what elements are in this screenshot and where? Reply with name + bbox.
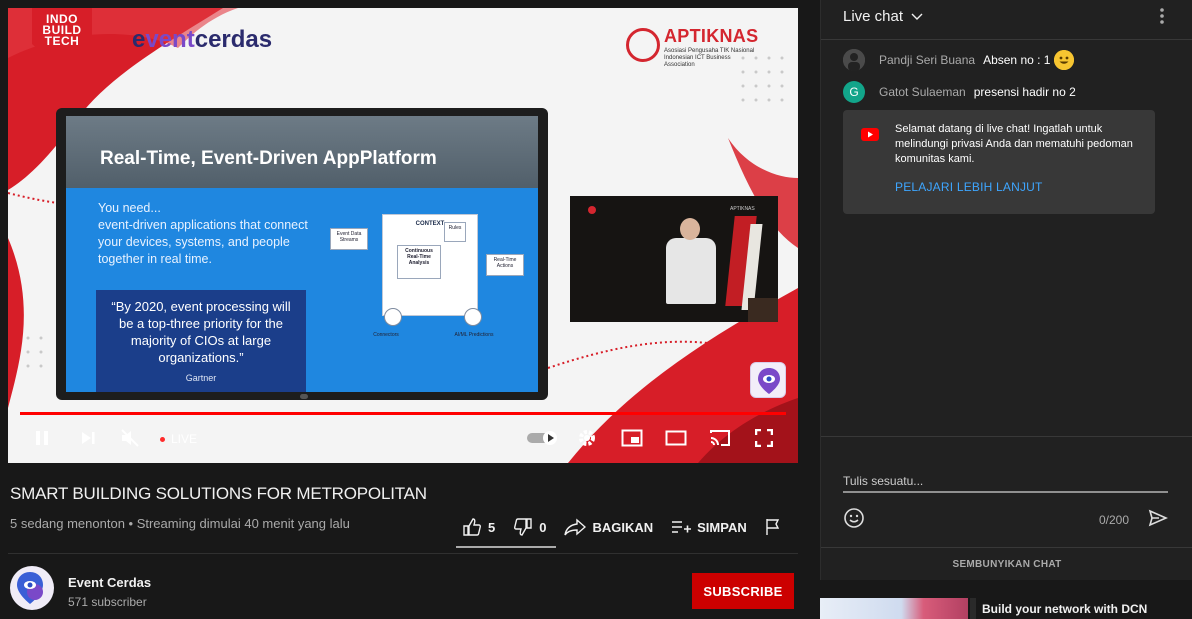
speaker-camera-feed: APTIKNAS <box>570 196 778 322</box>
save-label: SIMPAN <box>697 519 747 535</box>
autoplay-toggle[interactable] <box>526 426 560 450</box>
thumbs-down-icon <box>514 518 532 536</box>
slide-quote: “By 2020, event processing will be a top… <box>96 290 306 392</box>
chat-mode-dropdown[interactable]: Live chat <box>843 8 923 25</box>
youtube-live-page: INDO BUILD TECH eventcerdas APTIKNAS Aso… <box>0 0 1192 619</box>
share-icon <box>564 518 587 536</box>
eventcerdas-app-icon <box>750 362 786 398</box>
recommended-title[interactable]: Build your network with DCN <box>982 602 1147 616</box>
aptiknas-logo: APTIKNAS Asosiasi Pengusaha TIK Nasional… <box>626 26 758 70</box>
playlist-add-icon <box>672 521 692 533</box>
more-vert-icon <box>1160 8 1164 24</box>
autoplay-toggle-icon <box>527 431 557 445</box>
chat-author[interactable]: Pandji Seri Buana <box>879 53 975 67</box>
theater-mode-button[interactable] <box>664 426 688 450</box>
cast-icon <box>710 430 730 446</box>
video-player[interactable]: INDO BUILD TECH eventcerdas APTIKNAS Aso… <box>8 8 798 463</box>
chat-input-area: 0/200 SEMBUNYIKAN CHAT <box>821 436 1192 580</box>
send-icon <box>1148 509 1168 527</box>
chat-text: presensi hadir no 2 <box>973 85 1076 99</box>
mute-button[interactable] <box>118 426 142 450</box>
flag-icon <box>766 519 779 535</box>
channel-name[interactable]: Event Cerdas <box>68 575 151 590</box>
fullscreen-icon <box>755 429 773 447</box>
subscriber-count: 571 subscriber <box>68 595 147 609</box>
miniplayer-icon <box>621 429 643 447</box>
live-progress-bar[interactable] <box>20 412 786 415</box>
like-ratio-bar <box>456 546 556 548</box>
emoji-picker-button[interactable] <box>843 507 865 529</box>
chat-text: Absen no : 1 <box>983 53 1051 67</box>
dislike-button[interactable]: 0 <box>513 517 546 537</box>
gear-icon <box>579 430 595 446</box>
smile-emoji-icon <box>1054 50 1075 70</box>
video-actions: 5 0 BAGIKAN SIMPAN <box>462 512 799 542</box>
cast-button[interactable] <box>708 426 732 450</box>
recommended-thumbnail[interactable] <box>820 598 968 619</box>
muted-volume-icon <box>121 429 139 447</box>
live-chat-panel: Live chat Pandji Seri Buana Absen no : 1… <box>820 0 1192 580</box>
video-meta: 5 sedang menonton • Streaming dimulai 40… <box>10 516 350 531</box>
like-count: 5 <box>488 519 496 535</box>
skip-next-icon <box>82 432 95 444</box>
pause-button[interactable] <box>30 426 54 450</box>
chat-welcome-notice: Selamat datang di live chat! Ingatlah un… <box>843 110 1155 214</box>
notice-text: Selamat datang di live chat! Ingatlah un… <box>895 123 1133 165</box>
report-button[interactable] <box>765 518 781 536</box>
chat-message: Pandji Seri Buana Absen no : 1 <box>843 48 1075 72</box>
save-button[interactable]: SIMPAN <box>671 519 747 535</box>
eventcerdas-logo: eventcerdas <box>132 26 273 53</box>
slide-need-text: You need... event-driven applications th… <box>98 201 308 266</box>
send-button[interactable] <box>1147 507 1169 529</box>
chat-message-input[interactable] <box>843 471 1168 493</box>
share-button[interactable]: BAGIKAN <box>564 518 653 536</box>
more-options-button[interactable] <box>1159 6 1165 31</box>
player-controls: LIVE <box>8 420 798 463</box>
subscribe-button[interactable]: SUBSCRIBE <box>692 573 794 609</box>
hide-chat-button[interactable]: SEMBUNYIKAN CHAT <box>821 547 1192 581</box>
chat-header: Live chat <box>821 0 1192 40</box>
learn-more-link[interactable]: PELAJARI LEBIH LANJUT <box>895 180 1043 194</box>
next-button[interactable] <box>76 426 100 450</box>
miniplayer-button[interactable] <box>620 426 644 450</box>
chat-avatar[interactable]: G <box>843 81 865 103</box>
slide-diagram: Event Data Streams CONTEXT Continuous Re… <box>328 208 528 338</box>
dislike-count: 0 <box>539 519 547 535</box>
indobuildtech-logo: INDO BUILD TECH <box>32 8 92 70</box>
fullscreen-button[interactable] <box>752 426 776 450</box>
divider <box>8 553 798 554</box>
live-indicator[interactable]: LIVE <box>160 432 197 446</box>
slide-title: Real-Time, Event-Driven AppPlatform <box>100 148 437 169</box>
share-label: BAGIKAN <box>592 519 654 535</box>
like-button[interactable]: 5 <box>462 517 495 537</box>
chat-message: G Gatot Sulaeman presensi hadir no 2 <box>843 80 1076 104</box>
chevron-down-icon <box>911 13 923 20</box>
recommended-video[interactable]: Build your network with DCN <box>820 598 1192 619</box>
char-count: 0/200 <box>1099 513 1130 527</box>
theater-icon <box>665 430 687 446</box>
emoji-icon <box>844 508 864 528</box>
settings-button[interactable] <box>575 426 599 450</box>
chat-author[interactable]: Gatot Sulaeman <box>879 85 966 99</box>
youtube-icon <box>861 128 879 141</box>
thumbs-up-icon <box>463 518 481 536</box>
presentation-screen: Real-Time, Event-Driven AppPlatform You … <box>56 108 548 400</box>
pause-icon <box>36 431 48 445</box>
chat-avatar[interactable] <box>843 49 865 71</box>
channel-avatar[interactable] <box>10 566 54 610</box>
video-title: SMART BUILDING SOLUTIONS FOR METROPOLITA… <box>10 484 427 503</box>
